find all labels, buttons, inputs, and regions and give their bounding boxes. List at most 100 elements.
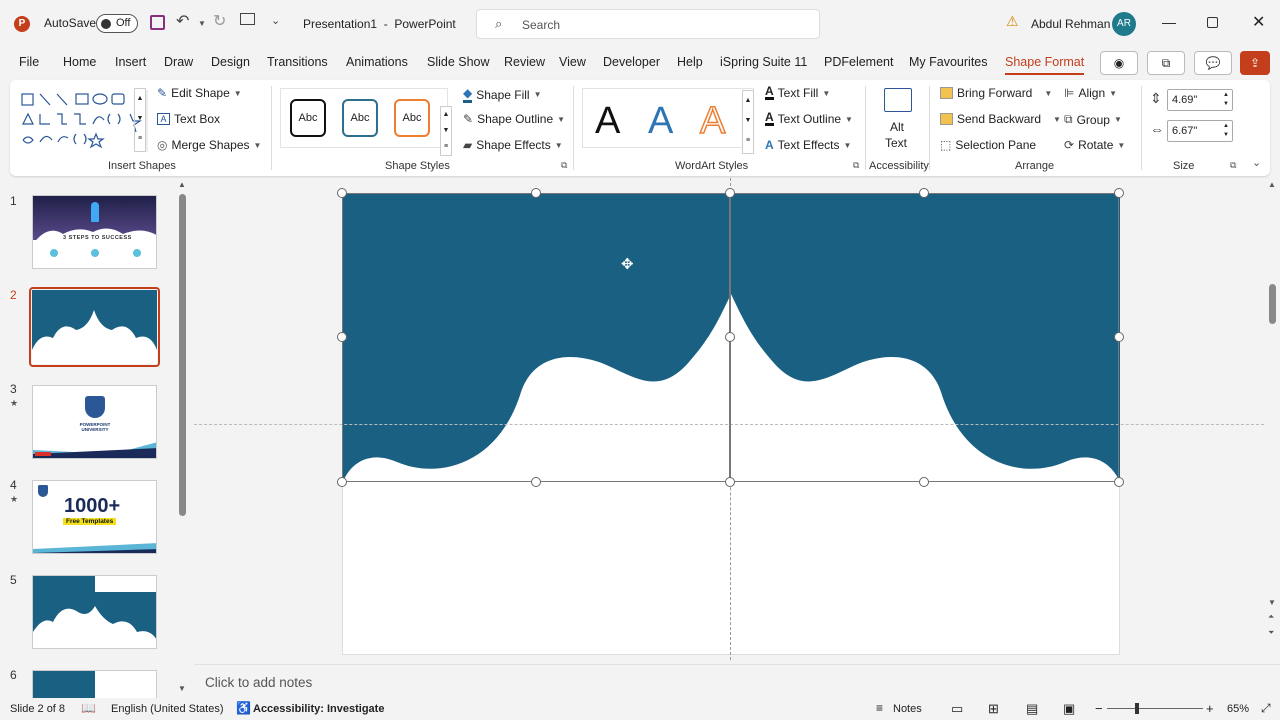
style-swatch-blue[interactable]: Abc <box>342 99 378 137</box>
reading-view-icon[interactable]: ▤ <box>1026 701 1038 717</box>
slide-thumbnail-4[interactable]: 1000+ Free Templates <box>32 480 157 554</box>
shape-width-input[interactable]: 6.67" ▲ ▼ <box>1167 120 1233 142</box>
tab-ispring[interactable]: iSpring Suite 11 <box>720 55 807 69</box>
slide-thumbnail-3[interactable]: POWERPOINT UNIVERSITY <box>32 385 157 459</box>
warning-icon[interactable]: ⚠ <box>1006 13 1019 30</box>
height-spinner-icon[interactable]: ▲ ▼ <box>1223 91 1229 109</box>
tab-transitions[interactable]: Transitions <box>267 55 328 69</box>
wordart-launcher-icon[interactable]: ⧉ <box>853 160 859 171</box>
align-button[interactable]: ⊫ Align ▼ <box>1064 86 1117 100</box>
accessibility-status[interactable]: Accessibility: Investigate <box>253 703 384 715</box>
zoom-out-icon[interactable]: − <box>1095 701 1103 716</box>
resize-handle-n[interactable] <box>725 188 735 198</box>
tab-design[interactable]: Design <box>211 55 250 69</box>
language-indicator[interactable]: English (United States) <box>111 703 224 715</box>
tab-developer[interactable]: Developer <box>603 55 660 69</box>
resize-handle-ne[interactable] <box>1114 188 1124 198</box>
tab-draw[interactable]: Draw <box>164 55 193 69</box>
undo-dropdown-icon[interactable]: ▼ <box>198 19 206 28</box>
text-box-button[interactable]: A Text Box <box>157 112 220 126</box>
pane-scroll-down-icon[interactable]: ▼ <box>178 684 186 693</box>
comments-button[interactable]: 💬 <box>1194 51 1232 75</box>
resize-handle-e[interactable] <box>1114 332 1124 342</box>
send-backward-button[interactable]: Send Backward ▼ <box>940 112 1061 126</box>
record-button[interactable]: ◉ <box>1100 51 1138 75</box>
restore-icon[interactable] <box>1207 17 1218 28</box>
slide-thumbnail-1[interactable]: 3 STEPS TO SUCCESS <box>32 195 157 269</box>
fit-to-window-icon[interactable]: ⤢ <box>1261 701 1271 716</box>
shape-styles-scroll[interactable]: ▲ ▼ ≡ <box>440 106 452 156</box>
text-effects-button[interactable]: A Text Effects ▼ <box>765 138 851 152</box>
resize-handle-s[interactable] <box>531 477 541 487</box>
width-spinner-icon[interactable]: ▲ ▼ <box>1223 122 1229 140</box>
zoom-slider[interactable] <box>1107 703 1203 714</box>
slide-thumbnail-5[interactable] <box>32 575 157 649</box>
shape-styles-launcher-icon[interactable]: ⧉ <box>561 160 567 171</box>
normal-view-icon[interactable]: ▭ <box>951 701 963 717</box>
resize-handle-nw[interactable] <box>337 188 347 198</box>
canvas-scrollbar-thumb[interactable] <box>1269 284 1276 324</box>
slideshow-view-icon[interactable]: ▣ <box>1063 701 1075 717</box>
rotate-button[interactable]: ⟳ Rotate ▼ <box>1064 138 1125 152</box>
spelling-icon[interactable]: 📖 <box>81 701 96 715</box>
slide-sorter-icon[interactable]: ⊞ <box>988 701 999 717</box>
wordart-style-black[interactable]: A <box>595 100 620 143</box>
canvas-scroll-down-icon[interactable]: ▼ <box>1268 598 1276 607</box>
pane-scrollbar-thumb[interactable] <box>179 194 186 516</box>
slide-thumbnail-6[interactable] <box>32 670 157 698</box>
save-icon[interactable] <box>150 15 165 30</box>
tab-file[interactable]: File <box>19 55 39 69</box>
wordart-style-orange[interactable]: A <box>699 99 726 143</box>
text-fill-button[interactable]: A Text Fill ▼ <box>765 85 830 100</box>
redo-icon[interactable]: ↻ <box>213 11 226 31</box>
shape-effects-button[interactable]: ▰ Shape Effects ▼ <box>463 138 563 152</box>
autosave-toggle[interactable]: Off <box>96 14 138 33</box>
shape-height-input[interactable]: 4.69" ▲ ▼ <box>1167 89 1233 111</box>
notes-area[interactable]: Click to add notes <box>194 664 1280 696</box>
tab-shape-format[interactable]: Shape Format <box>1005 55 1085 75</box>
edit-shape-button[interactable]: ✎ Edit Shape ▼ <box>157 86 242 100</box>
shape-fill-button[interactable]: ◆ Shape Fill ▼ <box>463 86 542 103</box>
tab-review[interactable]: Review <box>504 55 545 69</box>
slide-thumbnail-2[interactable] <box>32 290 157 364</box>
pane-scroll-up-icon[interactable]: ▲ <box>178 180 186 189</box>
alt-text-button[interactable]: Alt Text <box>878 86 918 152</box>
size-launcher-icon[interactable]: ⧉ <box>1230 160 1236 171</box>
minimize-icon[interactable]: — <box>1162 14 1176 30</box>
undo-icon[interactable]: ↶ <box>176 11 189 31</box>
shapes-gallery[interactable] <box>20 90 148 152</box>
style-swatch-orange[interactable]: Abc <box>394 99 430 137</box>
tab-slide-show[interactable]: Slide Show <box>427 55 490 69</box>
present-icon[interactable] <box>240 13 255 25</box>
zoom-level[interactable]: 65% <box>1227 703 1249 715</box>
resize-handle-sw[interactable] <box>337 477 347 487</box>
zoom-in-icon[interactable]: + <box>1206 701 1214 716</box>
resize-handle-se[interactable] <box>1114 477 1124 487</box>
bring-forward-button[interactable]: Bring Forward ▼ <box>940 86 1052 100</box>
tab-insert[interactable]: Insert <box>115 55 146 69</box>
group-button[interactable]: ⧉ Group ▼ <box>1064 112 1122 127</box>
tab-animations[interactable]: Animations <box>346 55 408 69</box>
tab-my-favourites[interactable]: My Favourites <box>909 55 988 69</box>
wordart-scroll[interactable]: ▲ ▼ ≡ <box>742 90 754 154</box>
ribbon-collapse-icon[interactable]: ⌄ <box>1252 156 1261 169</box>
close-icon[interactable]: ✕ <box>1252 12 1265 32</box>
teams-share-button[interactable]: ⧉ <box>1147 51 1185 75</box>
resize-handle-center[interactable] <box>725 332 735 342</box>
shapes-gallery-scroll[interactable]: ▲ ▼ ≡ <box>134 88 146 152</box>
previous-slide-icon[interactable]: ⏶ <box>1268 612 1274 622</box>
customize-qat-icon[interactable]: ⌄ <box>271 14 280 27</box>
canvas-scroll-up-icon[interactable]: ▲ <box>1268 180 1276 189</box>
notes-button[interactable]: Notes <box>893 703 922 715</box>
resize-handle-n[interactable] <box>531 188 541 198</box>
tab-home[interactable]: Home <box>63 55 96 69</box>
share-button[interactable]: ⇪ <box>1240 51 1270 75</box>
tab-pdfelement[interactable]: PDFelement <box>824 55 893 69</box>
search-box[interactable]: ⌕ Search <box>476 9 820 39</box>
user-avatar[interactable]: AR <box>1112 12 1136 36</box>
shape-outline-button[interactable]: ✎ Shape Outline ▼ <box>463 112 565 126</box>
text-outline-button[interactable]: A Text Outline ▼ <box>765 111 853 126</box>
next-slide-icon[interactable]: ⏷ <box>1268 628 1274 638</box>
tab-view[interactable]: View <box>559 55 586 69</box>
merge-shapes-button[interactable]: ◎ Merge Shapes ▼ <box>157 138 261 152</box>
